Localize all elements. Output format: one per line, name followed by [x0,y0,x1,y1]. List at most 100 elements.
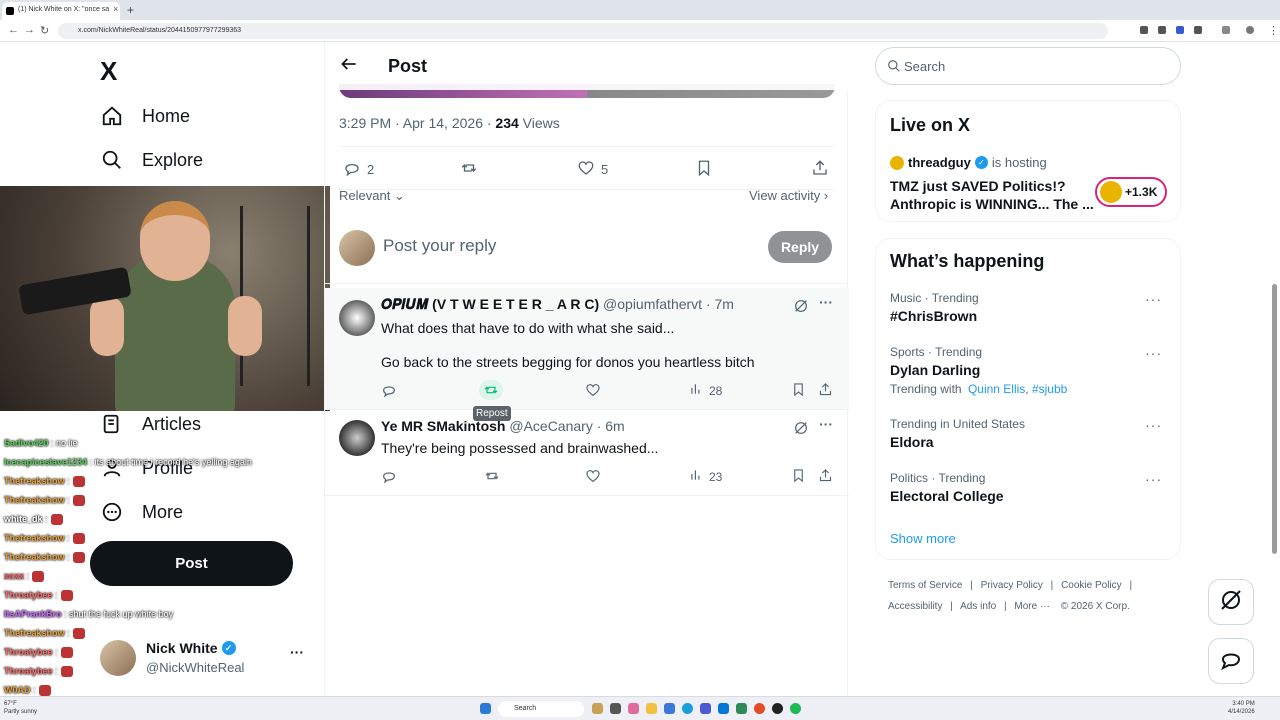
app-icon[interactable] [736,703,747,714]
extension-icon[interactable] [1194,26,1202,34]
chevron-down-icon: ⌄ [390,188,405,203]
reload-icon[interactable]: ↻ [40,24,49,37]
app-icon[interactable] [610,703,621,714]
grok-button[interactable] [1208,579,1254,625]
footer-link[interactable]: Terms of Service [888,580,962,591]
back-arrow-icon[interactable] [339,54,359,79]
app-icon[interactable] [664,703,675,714]
url-field[interactable]: x.com/NickWhiteReal/status/2044150977977… [58,23,1108,39]
like-action[interactable]: 5 [577,159,608,180]
share-icon[interactable] [818,468,833,483]
post-timestamp[interactable]: 3:29 PM · Apr 14, 2026 · [339,115,495,131]
page-scrollbar[interactable] [1272,284,1277,554]
trend-more-icon[interactable]: ··· [1145,291,1162,307]
views-action[interactable]: 23 [689,468,722,485]
spotify-icon[interactable] [790,703,801,714]
trend-item[interactable]: Trending in United States Eldora ··· [890,417,1170,450]
trend-more-icon[interactable]: ··· [1145,417,1162,433]
tab-close-icon[interactable]: × [113,4,118,14]
extension-icon[interactable] [1158,26,1166,34]
view-activity-link[interactable]: View activity › [749,188,828,203]
reply-count: 2 [367,162,375,177]
tweet-author[interactable]: 𝑶𝑷𝑰𝑼𝑴 (V T W E E T E R _ A R C) @opiumfa… [381,296,734,313]
app-icon[interactable] [718,703,729,714]
taskbar-search-label: Search [514,705,537,712]
search-input[interactable]: Search [875,47,1181,85]
system-clock[interactable]: 3:40 PM 4/14/2026 [1228,700,1255,716]
bookmark-icon[interactable] [791,382,806,397]
x-logo-icon[interactable]: X [100,56,117,87]
views-action[interactable]: 28 [689,382,722,399]
file-explorer-icon[interactable] [646,703,657,714]
share-action[interactable] [811,159,829,180]
trending-with-link[interactable]: #sjubb [1032,382,1067,396]
trend-item[interactable]: Music · Trending #ChrisBrown ··· [890,291,1170,324]
footer-link[interactable]: Privacy Policy [981,580,1043,591]
sidebar-item-articles[interactable]: Articles [100,412,201,436]
repost-action[interactable] [459,159,479,180]
search-placeholder: Search [904,59,946,74]
extension-icon[interactable] [1176,26,1184,34]
extension-icon[interactable] [1140,26,1148,34]
heart-icon[interactable] [585,382,601,398]
footer-link[interactable]: Ads info [960,601,996,612]
reply-tweet[interactable]: 𝑶𝑷𝑰𝑼𝑴 (V T W E E T E R _ A R C) @opiumfa… [325,288,849,410]
avatar[interactable] [339,300,375,336]
messages-button[interactable] [1208,638,1254,684]
browser-tab[interactable]: (1) Nick White on X: "once sa [2,2,120,20]
grok-icon[interactable] [793,420,809,441]
bookmark-icon[interactable] [791,468,806,483]
trend-item[interactable]: Sports · Trending Dylan Darling Trending… [890,345,1170,396]
footer-link[interactable]: Accessibility [888,601,942,612]
reply-input[interactable]: Post your reply [383,236,496,256]
reply-button[interactable]: Reply [768,231,832,263]
tweet-more-icon[interactable]: ··· [819,294,833,310]
reply-icon[interactable] [381,382,397,398]
sort-dropdown[interactable]: Relevant ⌄ [339,188,405,204]
app-icon[interactable] [592,703,603,714]
app-icon[interactable] [700,703,711,714]
grok-icon[interactable] [793,298,809,319]
listener-count: +1.3K [1125,185,1158,199]
weather-widget[interactable]: 67°F Partly sunny [4,700,37,716]
sort-label: Relevant [339,188,391,203]
live-space-title[interactable]: TMZ just SAVED Politics!? Anthropic is W… [890,177,1094,213]
sidebar-item-explore[interactable]: Explore [100,148,203,172]
live-host[interactable]: threadguy ✓ is hosting [890,155,1047,170]
taskbar-search[interactable]: Search [498,701,584,717]
bookmark-action[interactable] [695,159,713,180]
tweet-author[interactable]: Ye MR SMakintosh @AceCanary · 6m [381,418,625,434]
sidebar-panel-icon[interactable] [1222,26,1230,34]
live-listeners-button[interactable]: +1.3K [1095,177,1167,207]
avatar[interactable] [339,420,375,456]
profile-icon[interactable] [1246,26,1254,34]
trending-with-link[interactable]: Quinn Ellis [968,382,1025,396]
obs-icon[interactable] [772,703,783,714]
chat-message: Throatybee : [4,590,73,602]
repost-icon[interactable] [479,380,503,400]
menu-dots-icon[interactable]: ⋮ [1268,24,1279,37]
new-tab-icon[interactable]: + [127,3,134,17]
show-more-link[interactable]: Show more [890,531,956,546]
start-icon[interactable] [480,703,491,714]
trend-name: #ChrisBrown [890,308,978,324]
app-icon[interactable] [628,703,639,714]
tweet-more-icon[interactable]: ··· [819,416,833,432]
footer-link[interactable]: Cookie Policy [1061,580,1122,591]
forward-nav-icon[interactable]: → [24,24,35,36]
heart-icon[interactable] [585,468,601,484]
edge-icon[interactable] [682,703,693,714]
repost-icon[interactable] [483,468,501,484]
trend-more-icon[interactable]: ··· [1145,471,1162,487]
reply-composer: Post your reply Reply [325,212,849,284]
reply-icon[interactable] [381,468,397,484]
share-icon[interactable] [818,382,833,397]
footer-more-link[interactable]: More ··· [1014,601,1050,612]
reply-tweet[interactable]: Ye MR SMakintosh @AceCanary · 6m ··· The… [325,410,849,496]
trend-more-icon[interactable]: ··· [1145,345,1162,361]
back-nav-icon[interactable]: ← [8,24,19,36]
chrome-icon[interactable] [754,703,765,714]
sidebar-item-home[interactable]: Home [100,104,190,128]
trend-item[interactable]: Politics · Trending Electoral College ··… [890,471,1170,504]
reply-action[interactable]: 2 [343,159,374,180]
